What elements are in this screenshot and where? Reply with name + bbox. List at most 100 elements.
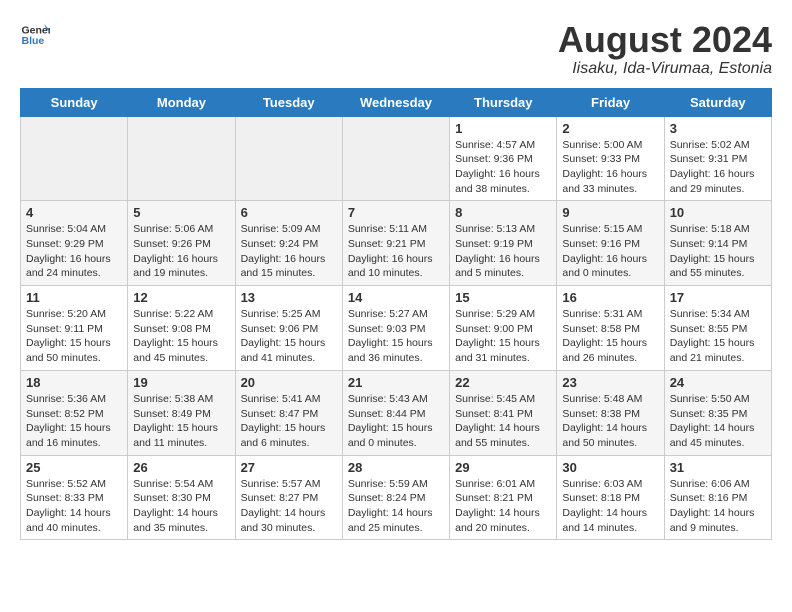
month-title: August 2024: [558, 20, 772, 60]
calendar-cell: 6 Sunrise: 5:09 AM Sunset: 9:24 PM Daylig…: [235, 201, 342, 286]
calendar-cell: 16 Sunrise: 5:31 AM Sunset: 8:58 PM Dayli…: [557, 286, 664, 371]
day-number: 25: [26, 460, 122, 475]
calendar-cell: [342, 116, 449, 201]
day-info: Sunrise: 5:02 AM Sunset: 9:31 PM Dayligh…: [670, 138, 766, 197]
day-number: 12: [133, 290, 229, 305]
day-info: Sunrise: 5:13 AM Sunset: 9:19 PM Dayligh…: [455, 222, 551, 281]
day-info: Sunrise: 5:22 AM Sunset: 9:08 PM Dayligh…: [133, 307, 229, 366]
day-number: 13: [241, 290, 337, 305]
day-info: Sunrise: 5:36 AM Sunset: 8:52 PM Dayligh…: [26, 392, 122, 451]
calendar-cell: 7Sunrise: 5:11 AM Sunset: 9:21 PM Daylig…: [342, 201, 449, 286]
day-number: 10: [670, 205, 766, 220]
calendar-cell: 22Sunrise: 5:45 AM Sunset: 8:41 PM Dayli…: [450, 370, 557, 455]
day-info: Sunrise: 5:04 AM Sunset: 9:29 PM Dayligh…: [26, 222, 122, 281]
day-info: Sunrise: 5:20 AM Sunset: 9:11 PM Dayligh…: [26, 307, 122, 366]
title-area: August 2024 Iisaku, Ida-Virumaa, Estonia: [558, 20, 772, 78]
day-number: 4: [26, 205, 122, 220]
day-number: 21: [348, 375, 444, 390]
calendar-cell: 2 Sunrise: 5:00 AM Sunset: 9:33 PM Daylig…: [557, 116, 664, 201]
day-info: Sunrise: 5:59 AM Sunset: 8:24 PM Dayligh…: [348, 477, 444, 536]
calendar-week-row: 18 Sunrise: 5:36 AM Sunset: 8:52 PM Dayli…: [21, 370, 772, 455]
day-number: 23: [562, 375, 658, 390]
day-info: Sunrise: 5:09 AM Sunset: 9:24 PM Dayligh…: [241, 222, 337, 281]
day-info: Sunrise: 4:57 AM Sunset: 9:36 PM Dayligh…: [455, 138, 551, 197]
day-number: 15: [455, 290, 551, 305]
calendar-cell: 26 Sunrise: 5:54 AM Sunset: 8:30 PM Dayli…: [128, 455, 235, 540]
day-info: Sunrise: 6:06 AM Sunset: 8:16 PM Dayligh…: [670, 477, 766, 536]
weekday-header: Friday: [557, 88, 664, 116]
calendar-cell: [235, 116, 342, 201]
day-number: 11: [26, 290, 122, 305]
day-number: 28: [348, 460, 444, 475]
logo: General Blue: [20, 20, 54, 50]
calendar-week-row: 25 Sunrise: 5:52 AM Sunset: 8:33 PM Dayli…: [21, 455, 772, 540]
calendar-table: SundayMondayTuesdayWednesdayThursdayFrid…: [20, 88, 772, 541]
calendar-cell: 30 Sunrise: 6:03 AM Sunset: 8:18 PM Dayli…: [557, 455, 664, 540]
day-info: Sunrise: 5:38 AM Sunset: 8:49 PM Dayligh…: [133, 392, 229, 451]
day-info: Sunrise: 5:45 AM Sunset: 8:41 PM Dayligh…: [455, 392, 551, 451]
calendar-cell: 21 Sunrise: 5:43 AM Sunset: 8:44 PM Dayli…: [342, 370, 449, 455]
day-info: Sunrise: 6:03 AM Sunset: 8:18 PM Dayligh…: [562, 477, 658, 536]
svg-text:Blue: Blue: [22, 35, 45, 47]
calendar-cell: 4 Sunrise: 5:04 AM Sunset: 9:29 PM Daylig…: [21, 201, 128, 286]
day-number: 5: [133, 205, 229, 220]
day-number: 30: [562, 460, 658, 475]
day-info: Sunrise: 5:54 AM Sunset: 8:30 PM Dayligh…: [133, 477, 229, 536]
day-number: 6: [241, 205, 337, 220]
weekday-header: Monday: [128, 88, 235, 116]
calendar-cell: 3 Sunrise: 5:02 AM Sunset: 9:31 PM Daylig…: [664, 116, 771, 201]
location: Iisaku, Ida-Virumaa, Estonia: [558, 60, 772, 78]
weekday-header: Saturday: [664, 88, 771, 116]
day-info: Sunrise: 5:57 AM Sunset: 8:27 PM Dayligh…: [241, 477, 337, 536]
day-info: Sunrise: 5:29 AM Sunset: 9:00 PM Dayligh…: [455, 307, 551, 366]
day-info: Sunrise: 5:52 AM Sunset: 8:33 PM Dayligh…: [26, 477, 122, 536]
day-info: Sunrise: 5:48 AM Sunset: 8:38 PM Dayligh…: [562, 392, 658, 451]
page-header: General Blue August 2024 Iisaku, Ida-Vir…: [20, 20, 772, 78]
calendar-cell: 1Sunrise: 4:57 AM Sunset: 9:36 PM Daylig…: [450, 116, 557, 201]
weekday-header: Tuesday: [235, 88, 342, 116]
day-info: Sunrise: 5:06 AM Sunset: 9:26 PM Dayligh…: [133, 222, 229, 281]
calendar-cell: [21, 116, 128, 201]
calendar-cell: 24Sunrise: 5:50 AM Sunset: 8:35 PM Dayli…: [664, 370, 771, 455]
logo-icon: General Blue: [20, 20, 50, 50]
calendar-cell: 8 Sunrise: 5:13 AM Sunset: 9:19 PM Daylig…: [450, 201, 557, 286]
day-number: 24: [670, 375, 766, 390]
calendar-cell: 15 Sunrise: 5:29 AM Sunset: 9:00 PM Dayli…: [450, 286, 557, 371]
day-info: Sunrise: 5:31 AM Sunset: 8:58 PM Dayligh…: [562, 307, 658, 366]
day-info: Sunrise: 5:25 AM Sunset: 9:06 PM Dayligh…: [241, 307, 337, 366]
day-info: Sunrise: 5:34 AM Sunset: 8:55 PM Dayligh…: [670, 307, 766, 366]
day-number: 14: [348, 290, 444, 305]
calendar-cell: 29 Sunrise: 6:01 AM Sunset: 8:21 PM Dayli…: [450, 455, 557, 540]
calendar-cell: 13 Sunrise: 5:25 AM Sunset: 9:06 PM Dayli…: [235, 286, 342, 371]
day-number: 26: [133, 460, 229, 475]
calendar-cell: 11 Sunrise: 5:20 AM Sunset: 9:11 PM Dayli…: [21, 286, 128, 371]
day-number: 29: [455, 460, 551, 475]
day-number: 3: [670, 121, 766, 136]
calendar-week-row: 1Sunrise: 4:57 AM Sunset: 9:36 PM Daylig…: [21, 116, 772, 201]
weekday-header: Thursday: [450, 88, 557, 116]
calendar-cell: 31 Sunrise: 6:06 AM Sunset: 8:16 PM Dayli…: [664, 455, 771, 540]
day-info: Sunrise: 6:01 AM Sunset: 8:21 PM Dayligh…: [455, 477, 551, 536]
day-info: Sunrise: 5:18 AM Sunset: 9:14 PM Dayligh…: [670, 222, 766, 281]
day-number: 27: [241, 460, 337, 475]
calendar-cell: 5 Sunrise: 5:06 AM Sunset: 9:26 PM Daylig…: [128, 201, 235, 286]
calendar-cell: 27 Sunrise: 5:57 AM Sunset: 8:27 PM Dayli…: [235, 455, 342, 540]
day-number: 31: [670, 460, 766, 475]
calendar-cell: 25 Sunrise: 5:52 AM Sunset: 8:33 PM Dayli…: [21, 455, 128, 540]
day-number: 2: [562, 121, 658, 136]
day-number: 18: [26, 375, 122, 390]
calendar-cell: 12 Sunrise: 5:22 AM Sunset: 9:08 PM Dayli…: [128, 286, 235, 371]
day-info: Sunrise: 5:00 AM Sunset: 9:33 PM Dayligh…: [562, 138, 658, 197]
day-number: 20: [241, 375, 337, 390]
day-number: 8: [455, 205, 551, 220]
calendar-cell: 20Sunrise: 5:41 AM Sunset: 8:47 PM Dayli…: [235, 370, 342, 455]
day-number: 16: [562, 290, 658, 305]
calendar-cell: 10 Sunrise: 5:18 AM Sunset: 9:14 PM Dayli…: [664, 201, 771, 286]
calendar-cell: 23 Sunrise: 5:48 AM Sunset: 8:38 PM Dayli…: [557, 370, 664, 455]
weekday-header: Wednesday: [342, 88, 449, 116]
day-info: Sunrise: 5:43 AM Sunset: 8:44 PM Dayligh…: [348, 392, 444, 451]
day-info: Sunrise: 5:11 AM Sunset: 9:21 PM Dayligh…: [348, 222, 444, 281]
calendar-cell: 28 Sunrise: 5:59 AM Sunset: 8:24 PM Dayli…: [342, 455, 449, 540]
day-info: Sunrise: 5:15 AM Sunset: 9:16 PM Dayligh…: [562, 222, 658, 281]
day-info: Sunrise: 5:27 AM Sunset: 9:03 PM Dayligh…: [348, 307, 444, 366]
